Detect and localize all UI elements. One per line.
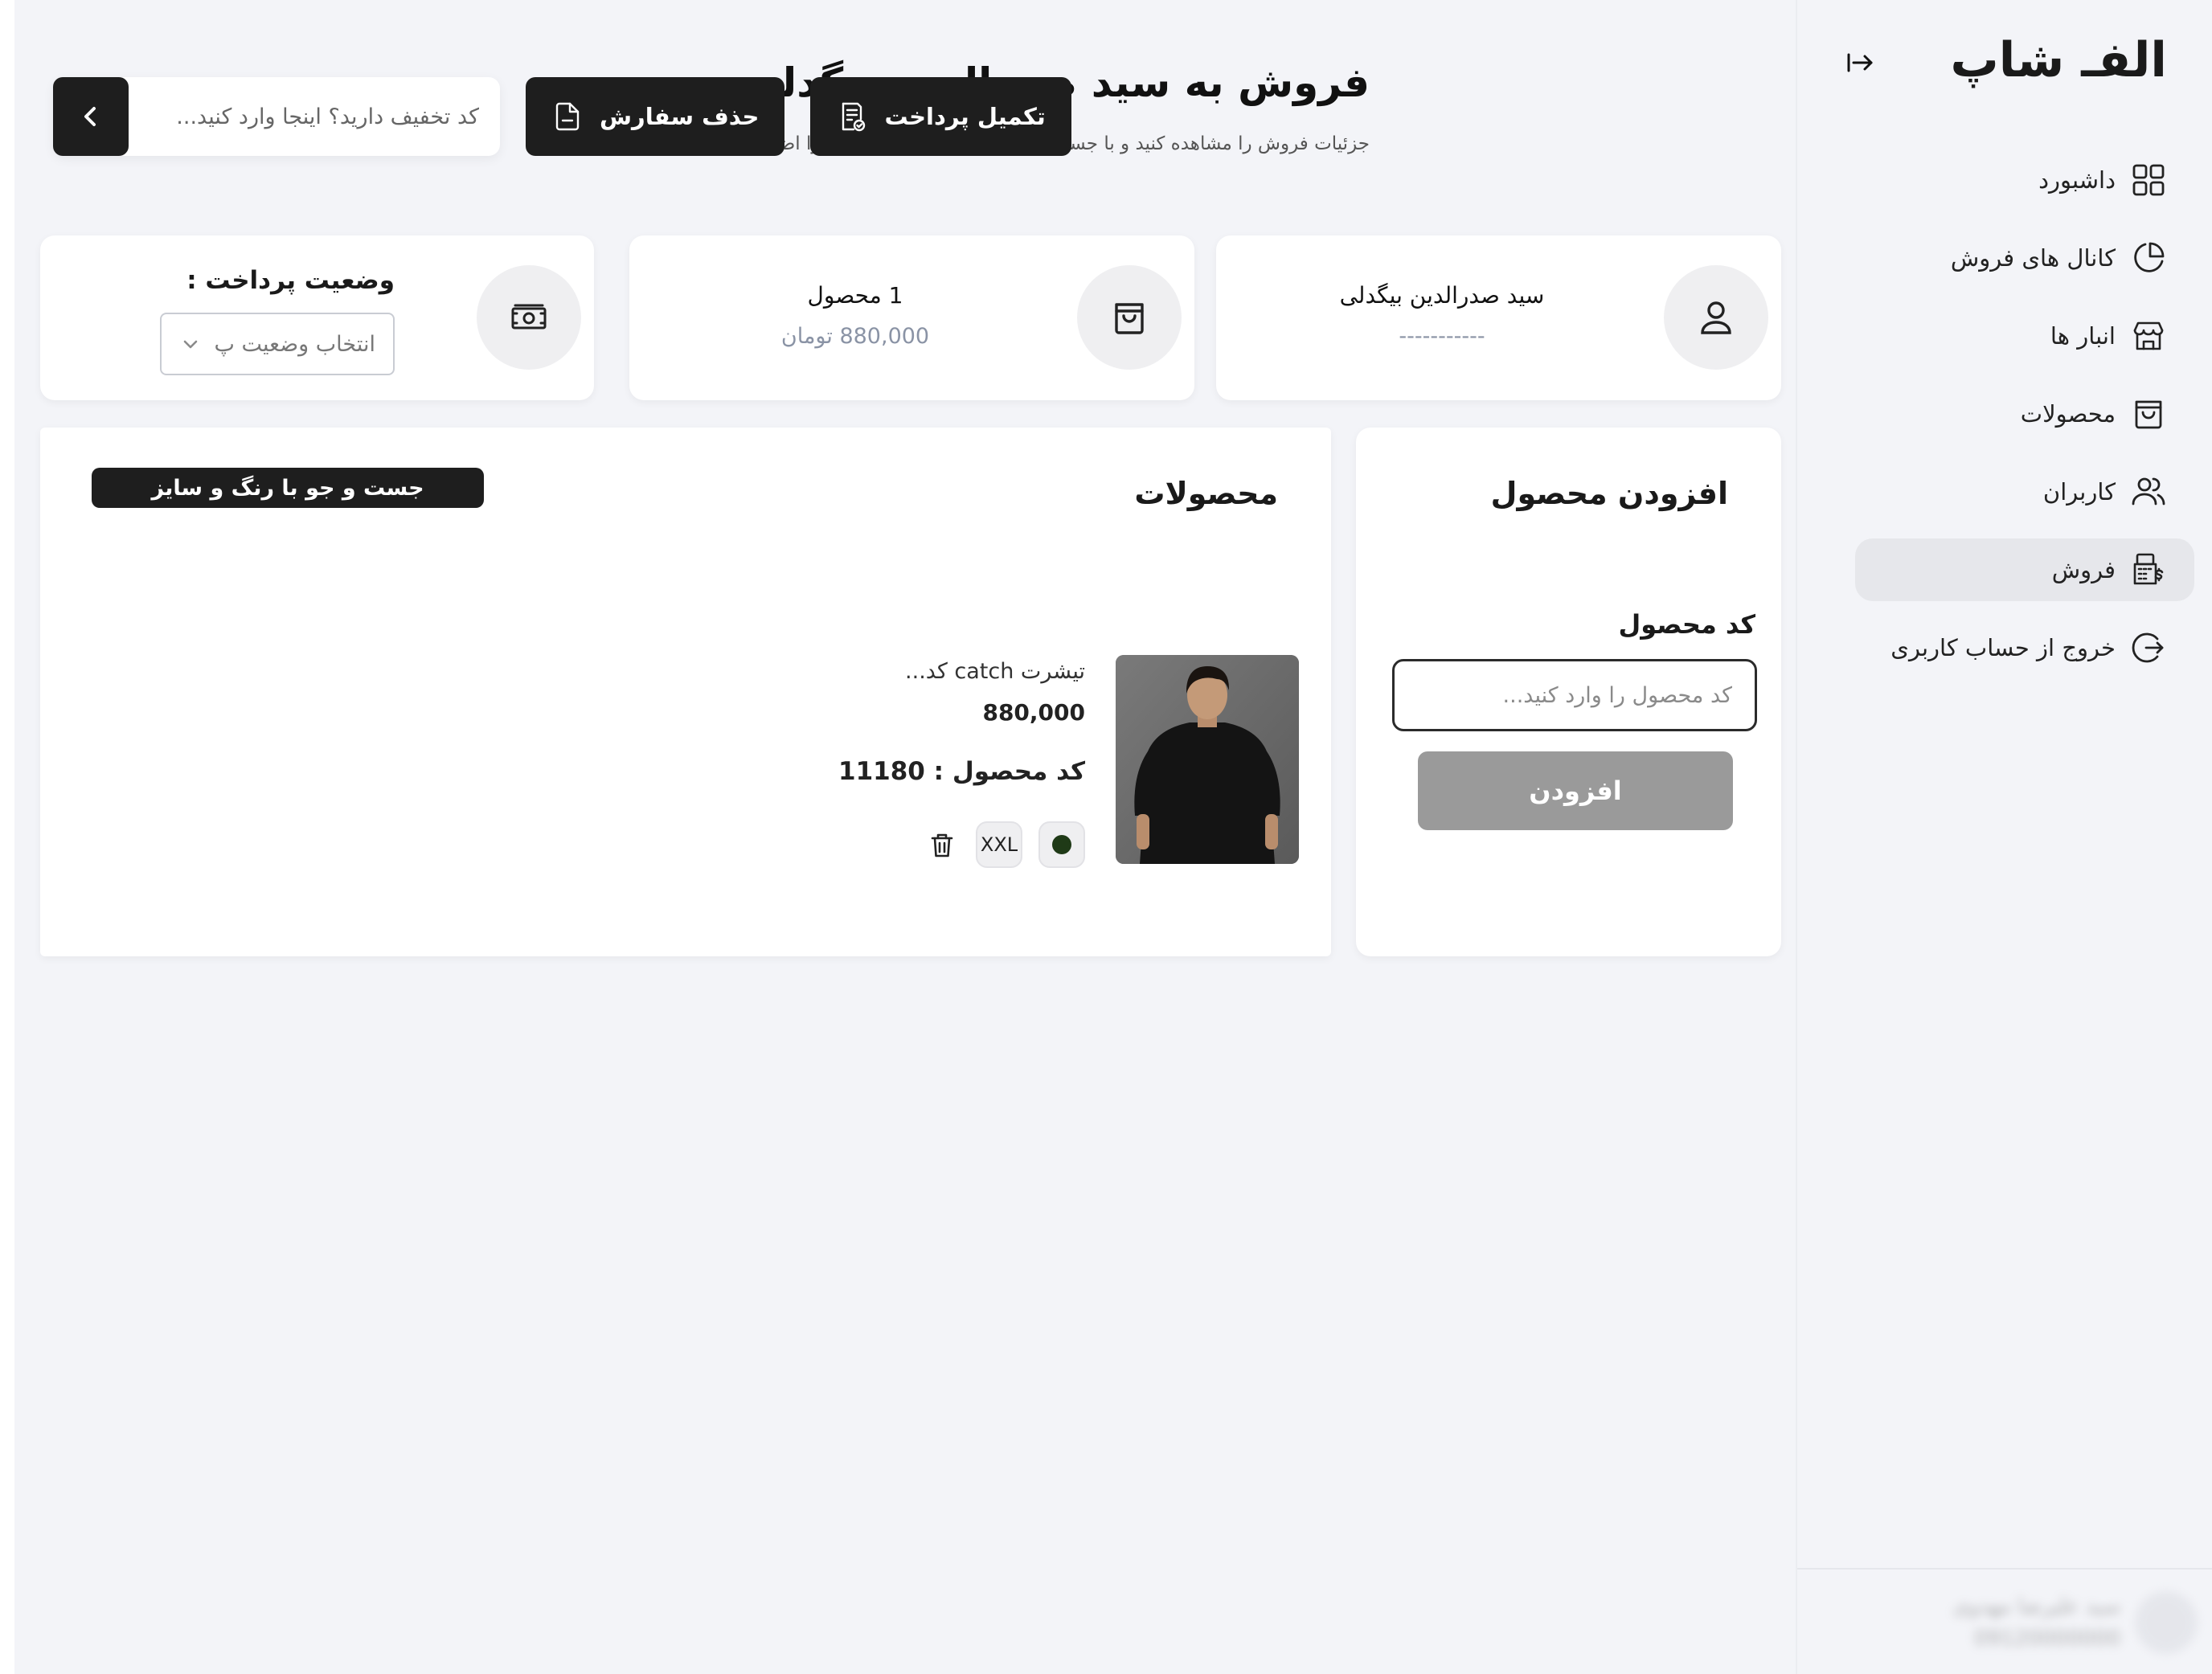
color-size-search-button[interactable]: جست و جو با رنگ و سایز: [92, 468, 484, 508]
add-product-button[interactable]: افزودن: [1418, 751, 1733, 830]
payment-status-value: انتخاب وضعیت پ: [214, 331, 375, 357]
sidebar-item-label: فروش: [2051, 556, 2116, 583]
sidebar-item-sales[interactable]: فروش: [1855, 538, 2194, 601]
product-color-chip[interactable]: [1038, 821, 1085, 868]
store-icon: [2133, 321, 2164, 350]
sidebar-item-logout[interactable]: خروج از حساب کاربری: [1855, 616, 2194, 679]
sidebar-item-users[interactable]: کاربران: [1855, 460, 2194, 523]
apply-discount-button[interactable]: [53, 77, 129, 156]
file-minus-icon: [555, 102, 580, 131]
sidebar-item-products[interactable]: محصولات: [1855, 383, 2194, 445]
discount-code-input[interactable]: [129, 77, 500, 156]
sidebar: الفـ شاپ داشبورد کانال های فروش انبار ها…: [1796, 0, 2212, 1674]
shopping-bag-icon: [2135, 400, 2162, 429]
sidebar-footer: سید علیرضا مهدوی 09120000000: [1797, 1568, 2212, 1674]
customer-card: سید صدرالدین بیگدلی -----------: [1216, 235, 1781, 400]
receipt-check-icon: [842, 102, 866, 132]
payment-icon-circle: [477, 265, 581, 370]
dashboard-grid-icon: [2132, 164, 2165, 196]
product-size-chip[interactable]: XXL: [976, 821, 1022, 868]
add-product-title: افزودن محصول: [1490, 476, 1728, 511]
products-title: محصولات: [1134, 476, 1278, 511]
product-photo: [1116, 655, 1299, 864]
delete-order-label: حذف سفارش: [600, 103, 760, 130]
complete-payment-button[interactable]: تکمیل پرداخت: [810, 77, 1071, 156]
current-user[interactable]: سید علیرضا مهدوی 09120000000: [1908, 1584, 2198, 1661]
sidebar-item-label: کانال های فروش: [1950, 244, 2116, 272]
color-swatch: [1052, 835, 1071, 854]
order-item-count: 1 محصول: [807, 282, 903, 309]
product-image[interactable]: [1116, 655, 1299, 864]
product-code-input[interactable]: [1392, 659, 1757, 731]
sidebar-item-dashboard[interactable]: داشبورد: [1855, 149, 2194, 211]
order-total: 880,000 تومان: [780, 324, 930, 349]
chevron-left-icon: [84, 107, 96, 126]
pos-terminal-icon: [2133, 553, 2164, 585]
shopping-bag-icon: [1115, 303, 1144, 334]
product-code-label: کد محصول: [1618, 609, 1755, 640]
product-code: کد محصول : 11180: [838, 757, 1085, 786]
sidebar-item-label: محصولات: [2020, 400, 2116, 428]
trash-icon[interactable]: [926, 829, 958, 862]
sidebar-item-label: خروج از حساب کاربری: [1890, 634, 2116, 661]
sidebar-item-label: داشبورد: [2038, 166, 2116, 194]
chevron-down-icon: [183, 340, 198, 349]
users-icon: [2132, 477, 2165, 505]
product-price: 880,000: [982, 699, 1085, 726]
sidebar-item-sales-channels[interactable]: کانال های فروش: [1855, 227, 2194, 289]
order-summary-card: 1 محصول 880,000 تومان: [629, 235, 1194, 400]
app-logo: الفـ شاپ: [1950, 32, 2168, 88]
add-product-panel: افزودن محصول کد محصول افزودن: [1356, 428, 1781, 956]
products-panel: محصولات جست و جو با رنگ و سایز تیشرت cat…: [40, 428, 1331, 956]
customer-name: سید صدرالدین بیگدلی: [1339, 282, 1545, 309]
delete-order-button[interactable]: حذف سفارش: [526, 77, 785, 156]
complete-payment-label: تکمیل پرداخت: [884, 103, 1046, 130]
sidebar-item-label: انبار ها: [2050, 322, 2116, 350]
avatar: [2135, 1591, 2198, 1654]
logout-icon: [2132, 632, 2164, 663]
pie-chart-icon: [2134, 242, 2165, 272]
money-icon: [511, 304, 547, 329]
product-name: تیشرت catch کد...: [905, 659, 1085, 684]
collapse-arrow-icon: [1847, 53, 1873, 72]
payment-status-card: وضعیت پرداخت : انتخاب وضعیت پ: [40, 235, 594, 400]
discount-box: [53, 77, 500, 156]
customer-phone: -----------: [1399, 324, 1485, 349]
collapse-sidebar-button[interactable]: [1842, 45, 1878, 80]
sidebar-item-warehouses[interactable]: انبار ها: [1855, 305, 2194, 367]
user-name: سید علیرضا مهدوی: [1952, 1594, 2120, 1619]
user-phone: 09120000000: [1974, 1627, 2120, 1651]
user-icon: [1701, 301, 1731, 334]
customer-avatar: [1664, 265, 1768, 370]
sidebar-item-label: کاربران: [2042, 478, 2116, 505]
header-actions: تکمیل پرداخت حذف سفارش: [53, 77, 1071, 156]
sidebar-nav: داشبورد کانال های فروش انبار ها محصولات …: [1855, 149, 2194, 694]
payment-status-select[interactable]: انتخاب وضعیت پ: [160, 313, 395, 375]
user-info: سید علیرضا مهدوی 09120000000: [1952, 1594, 2120, 1651]
main-content: فروش به سید صدرالدین بیگدلی جزئیات فروش …: [14, 0, 1796, 1674]
order-icon-circle: [1077, 265, 1182, 370]
payment-status-title: وضعیت پرداخت :: [186, 266, 395, 295]
